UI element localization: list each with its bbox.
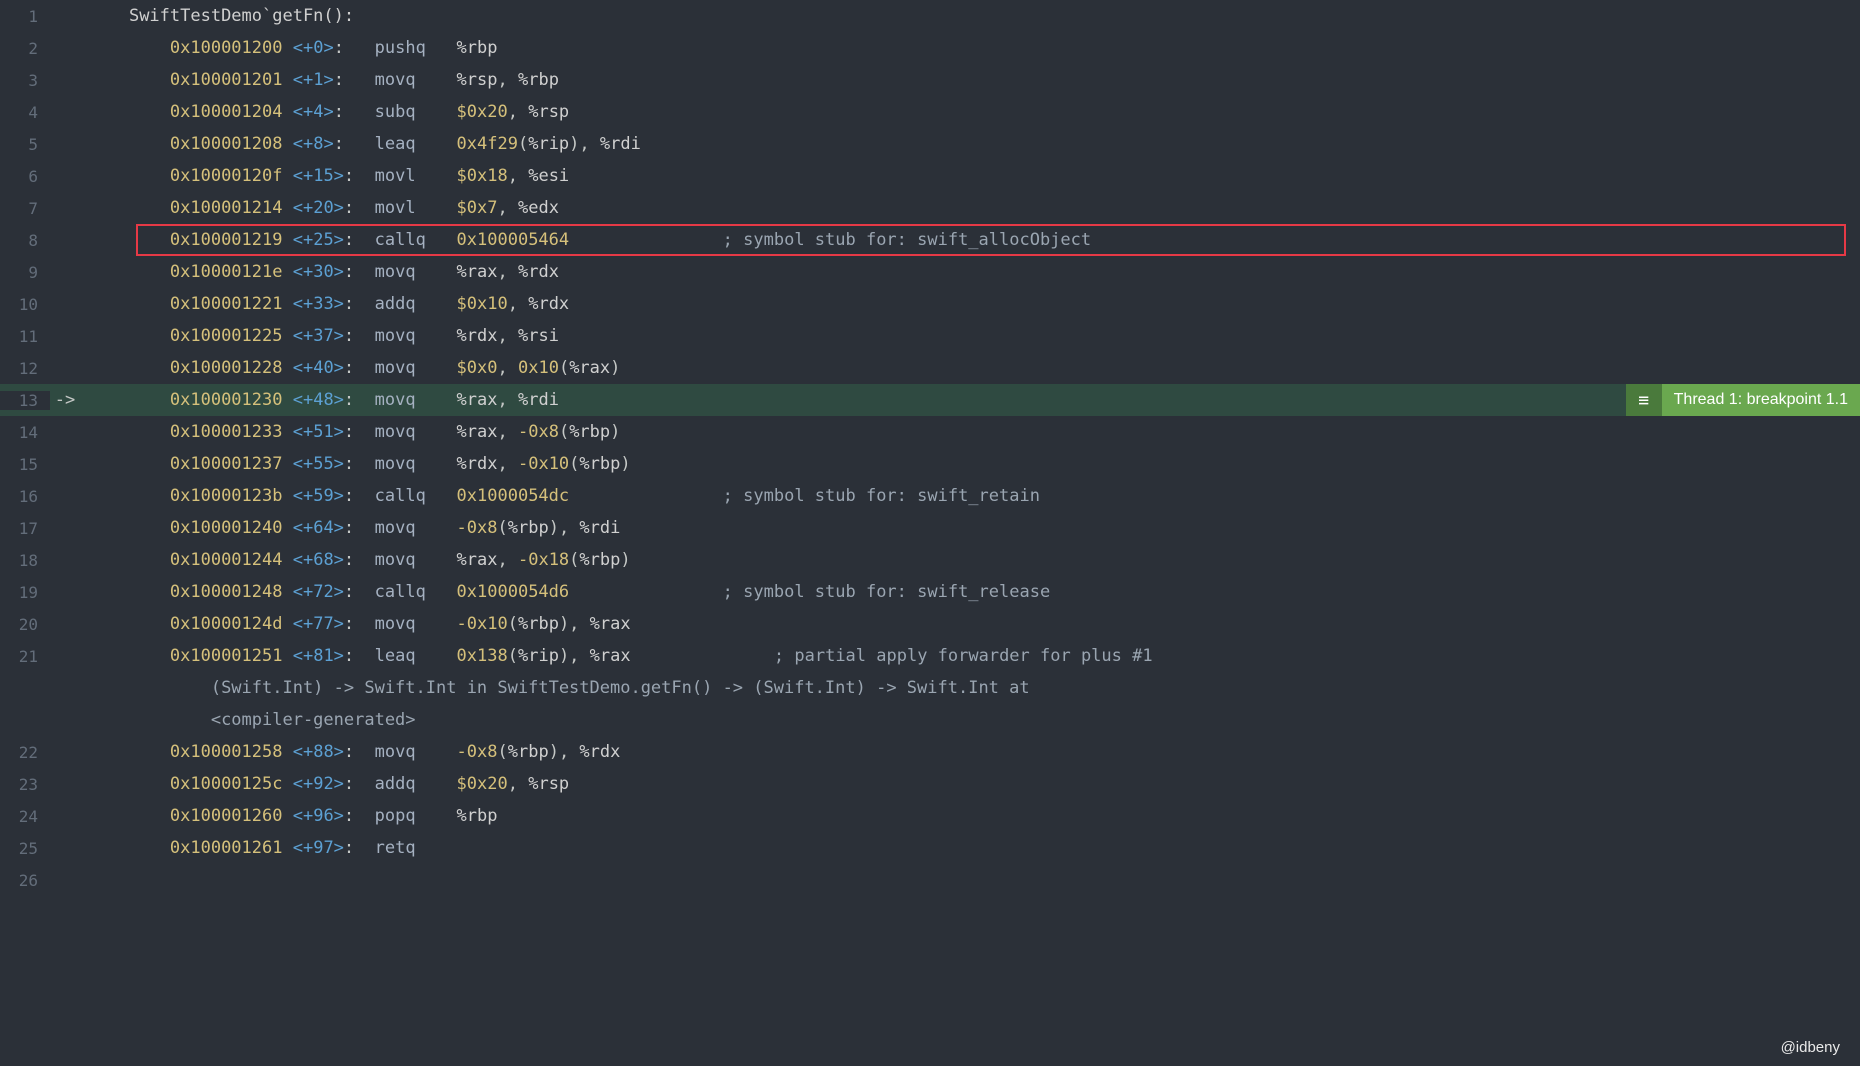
- disassembly-view[interactable]: 1 SwiftTestDemo`getFn():2 0x100001200 <+…: [0, 0, 1860, 1066]
- line-content: 0x100001228 <+40>: movq $0x0, 0x10(%rax): [80, 358, 1860, 378]
- line-number: 9: [0, 263, 50, 282]
- code-line[interactable]: 14 0x100001233 <+51>: movq %rax, -0x8(%r…: [0, 416, 1860, 448]
- line-content: 0x100001237 <+55>: movq %rdx, -0x10(%rbp…: [80, 454, 1860, 474]
- breakpoint-icon: ≡: [1626, 384, 1662, 416]
- current-line-arrow: ->: [50, 390, 80, 410]
- line-number: 2: [0, 39, 50, 58]
- line-number: 21: [0, 647, 50, 666]
- code-line[interactable]: 13-> 0x100001230 <+48>: movq %rax, %rdi≡…: [0, 384, 1860, 416]
- line-content: SwiftTestDemo`getFn():: [80, 6, 1860, 26]
- line-number: 24: [0, 807, 50, 826]
- line-content: 0x100001258 <+88>: movq -0x8(%rbp), %rdx: [80, 742, 1860, 762]
- line-content: 0x100001204 <+4>: subq $0x20, %rsp: [80, 102, 1860, 122]
- line-number: 20: [0, 615, 50, 634]
- line-number: 6: [0, 167, 50, 186]
- code-line[interactable]: 17 0x100001240 <+64>: movq -0x8(%rbp), %…: [0, 512, 1860, 544]
- code-line[interactable]: 26: [0, 864, 1860, 896]
- code-line[interactable]: 10 0x100001221 <+33>: addq $0x10, %rdx: [0, 288, 1860, 320]
- code-line[interactable]: 5 0x100001208 <+8>: leaq 0x4f29(%rip), %…: [0, 128, 1860, 160]
- code-line[interactable]: 2 0x100001200 <+0>: pushq %rbp: [0, 32, 1860, 64]
- code-line[interactable]: 12 0x100001228 <+40>: movq $0x0, 0x10(%r…: [0, 352, 1860, 384]
- line-content: 0x10000124d <+77>: movq -0x10(%rbp), %ra…: [80, 614, 1860, 634]
- line-content: 0x10000121e <+30>: movq %rax, %rdx: [80, 262, 1860, 282]
- code-line[interactable]: 4 0x100001204 <+4>: subq $0x20, %rsp: [0, 96, 1860, 128]
- line-content: 0x100001221 <+33>: addq $0x10, %rdx: [80, 294, 1860, 314]
- code-line[interactable]: 3 0x100001201 <+1>: movq %rsp, %rbp: [0, 64, 1860, 96]
- line-content: 0x100001248 <+72>: callq 0x1000054d6 ; s…: [80, 582, 1860, 602]
- line-content: 0x100001230 <+48>: movq %rax, %rdi: [80, 390, 1860, 410]
- line-number: 14: [0, 423, 50, 442]
- code-line[interactable]: 23 0x10000125c <+92>: addq $0x20, %rsp: [0, 768, 1860, 800]
- code-line[interactable]: 1 SwiftTestDemo`getFn():: [0, 0, 1860, 32]
- code-line[interactable]: 21 0x100001251 <+81>: leaq 0x138(%rip), …: [0, 640, 1860, 672]
- line-content: 0x100001240 <+64>: movq -0x8(%rbp), %rdi: [80, 518, 1860, 538]
- line-number: 4: [0, 103, 50, 122]
- line-content: 0x100001208 <+8>: leaq 0x4f29(%rip), %rd…: [80, 134, 1860, 154]
- line-number: 10: [0, 295, 50, 314]
- code-line[interactable]: 8 0x100001219 <+25>: callq 0x100005464 ;…: [0, 224, 1860, 256]
- line-number: 11: [0, 327, 50, 346]
- breakpoint-badge[interactable]: ≡Thread 1: breakpoint 1.1: [1626, 384, 1860, 416]
- line-content: 0x100001244 <+68>: movq %rax, -0x18(%rbp…: [80, 550, 1860, 570]
- code-line[interactable]: 15 0x100001237 <+55>: movq %rdx, -0x10(%…: [0, 448, 1860, 480]
- line-number: 17: [0, 519, 50, 538]
- line-number: 5: [0, 135, 50, 154]
- line-content: <compiler-generated>: [80, 710, 1860, 730]
- line-number: 3: [0, 71, 50, 90]
- line-content: 0x100001219 <+25>: callq 0x100005464 ; s…: [80, 230, 1860, 250]
- line-number: 16: [0, 487, 50, 506]
- code-line[interactable]: 16 0x10000123b <+59>: callq 0x1000054dc …: [0, 480, 1860, 512]
- line-number: 12: [0, 359, 50, 378]
- code-line[interactable]: <compiler-generated>: [0, 704, 1860, 736]
- code-line[interactable]: 11 0x100001225 <+37>: movq %rdx, %rsi: [0, 320, 1860, 352]
- code-line[interactable]: 18 0x100001244 <+68>: movq %rax, -0x18(%…: [0, 544, 1860, 576]
- line-number: 26: [0, 871, 50, 890]
- code-line[interactable]: 7 0x100001214 <+20>: movl $0x7, %edx: [0, 192, 1860, 224]
- line-number: 22: [0, 743, 50, 762]
- line-content: 0x100001251 <+81>: leaq 0x138(%rip), %ra…: [80, 646, 1860, 666]
- code-line[interactable]: (Swift.Int) -> Swift.Int in SwiftTestDem…: [0, 672, 1860, 704]
- line-content: 0x10000123b <+59>: callq 0x1000054dc ; s…: [80, 486, 1860, 506]
- line-number: 13: [0, 391, 50, 410]
- line-content: 0x100001225 <+37>: movq %rdx, %rsi: [80, 326, 1860, 346]
- code-line[interactable]: 22 0x100001258 <+88>: movq -0x8(%rbp), %…: [0, 736, 1860, 768]
- line-content: 0x100001200 <+0>: pushq %rbp: [80, 38, 1860, 58]
- line-number: 7: [0, 199, 50, 218]
- breakpoint-label: Thread 1: breakpoint 1.1: [1662, 384, 1860, 416]
- line-content: 0x100001214 <+20>: movl $0x7, %edx: [80, 198, 1860, 218]
- line-number: 19: [0, 583, 50, 602]
- code-line[interactable]: 19 0x100001248 <+72>: callq 0x1000054d6 …: [0, 576, 1860, 608]
- code-line[interactable]: 20 0x10000124d <+77>: movq -0x10(%rbp), …: [0, 608, 1860, 640]
- code-line[interactable]: 25 0x100001261 <+97>: retq: [0, 832, 1860, 864]
- line-number: 23: [0, 775, 50, 794]
- line-number: 1: [0, 7, 50, 26]
- line-number: 25: [0, 839, 50, 858]
- watermark: @idbeny: [1781, 1039, 1840, 1056]
- line-content: 0x10000120f <+15>: movl $0x18, %esi: [80, 166, 1860, 186]
- line-content: 0x100001260 <+96>: popq %rbp: [80, 806, 1860, 826]
- code-line[interactable]: 24 0x100001260 <+96>: popq %rbp: [0, 800, 1860, 832]
- line-content: 0x100001261 <+97>: retq: [80, 838, 1860, 858]
- code-line[interactable]: 6 0x10000120f <+15>: movl $0x18, %esi: [0, 160, 1860, 192]
- line-content: 0x100001233 <+51>: movq %rax, -0x8(%rbp): [80, 422, 1860, 442]
- line-content: 0x10000125c <+92>: addq $0x20, %rsp: [80, 774, 1860, 794]
- line-content: (Swift.Int) -> Swift.Int in SwiftTestDem…: [80, 678, 1860, 698]
- line-content: 0x100001201 <+1>: movq %rsp, %rbp: [80, 70, 1860, 90]
- line-number: 8: [0, 231, 50, 250]
- line-number: 15: [0, 455, 50, 474]
- line-number: 18: [0, 551, 50, 570]
- code-line[interactable]: 9 0x10000121e <+30>: movq %rax, %rdx: [0, 256, 1860, 288]
